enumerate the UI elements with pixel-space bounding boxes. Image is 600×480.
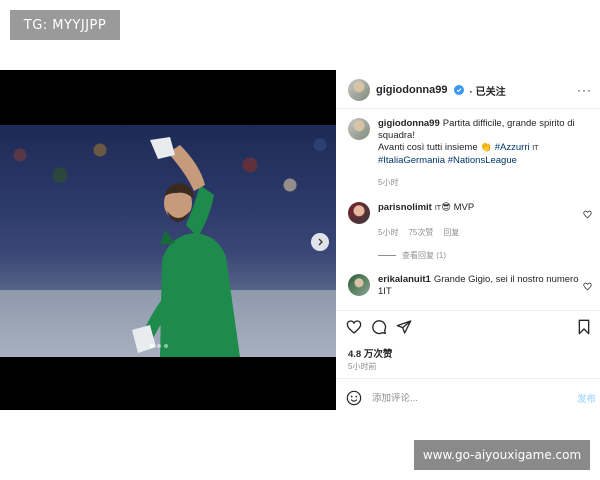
- post-caption: gigiodonna99 Partita difficile, grande sp…: [348, 118, 592, 188]
- caption-time: 5小时: [378, 178, 399, 187]
- post-photo: [0, 125, 336, 357]
- comment-content: Grande Gigio, sei il nostro numero: [433, 274, 579, 285]
- tg-watermark-badge: TG: MYYJJPP: [10, 10, 120, 40]
- goalkeeper-figure: [132, 137, 240, 357]
- face-emoji-icon: 😎: [441, 202, 451, 213]
- verified-badge-icon: [453, 85, 464, 95]
- caption-line-2: Avanti così tutti insieme: [378, 142, 478, 153]
- italy-flag-icon: IT: [532, 145, 539, 152]
- caption-username[interactable]: gigiodonna99: [378, 118, 440, 129]
- comment-like-heart-icon[interactable]: [583, 282, 592, 291]
- hashtags-line[interactable]: #ItaliaGermania #NationsLeague: [378, 155, 517, 166]
- share-icon[interactable]: [396, 319, 412, 335]
- following-label: 已关注: [475, 86, 506, 98]
- actions-divider: [336, 310, 600, 311]
- post-media[interactable]: [0, 70, 336, 410]
- post-header: gigiodonna99 · 已关注 ···: [348, 77, 592, 103]
- comment-icon[interactable]: [371, 319, 387, 335]
- carousel-next-button[interactable]: [311, 233, 329, 251]
- comment-username[interactable]: erikalanuit1: [378, 274, 431, 285]
- praying-hands-emoji-icon: 👏: [480, 142, 493, 153]
- comment-username[interactable]: parisnolimit: [378, 202, 432, 213]
- post-comment-button[interactable]: 发布: [577, 391, 596, 405]
- heart-icon[interactable]: [346, 319, 362, 335]
- instagram-post: gigiodonna99 · 已关注 ··· gigiodonna99 Parti…: [0, 70, 600, 410]
- bookmark-icon[interactable]: [576, 319, 592, 335]
- author-avatar[interactable]: [348, 79, 370, 101]
- author-username[interactable]: gigiodonna99: [376, 84, 448, 96]
- comment-time: 5小时: [378, 228, 399, 237]
- commenter-avatar[interactable]: [348, 202, 370, 224]
- more-options-icon[interactable]: ···: [577, 83, 592, 97]
- comment-reply-button[interactable]: 回复: [443, 227, 459, 238]
- comment-meta: 5小时 75次赞 回复: [378, 227, 584, 238]
- caption-text: gigiodonna99 Partita difficile, grande sp…: [378, 118, 592, 167]
- carousel-dot: [164, 344, 168, 348]
- comment-text: erikalanuit1 Grande Gigio, sei il nostro …: [378, 274, 584, 298]
- chevron-right-icon: [318, 238, 323, 246]
- comment-item: erikalanuit1 Grande Gigio, sei il nostro …: [348, 274, 600, 298]
- header-divider: [336, 108, 600, 109]
- carousel-dot: [157, 344, 161, 348]
- hashtag-azzurri[interactable]: #Azzurri: [495, 142, 530, 153]
- carousel-dot-active: [150, 344, 154, 348]
- comment-text: parisnolimit IT😎 MVP: [378, 202, 584, 215]
- comment-likes[interactable]: 75次赞: [408, 227, 433, 238]
- comment-like-heart-icon[interactable]: [583, 210, 592, 219]
- view-replies-link[interactable]: 查看回复 (1): [378, 250, 446, 261]
- comment-bar: 发布: [346, 388, 596, 408]
- post-actions: [346, 317, 592, 337]
- caption-avatar[interactable]: [348, 118, 370, 140]
- site-watermark: www.go-aiyouxigame.com: [414, 440, 590, 470]
- input-divider: [336, 378, 600, 379]
- comment-content: MVP: [453, 202, 475, 213]
- post-time: 5小时前: [348, 362, 377, 371]
- carousel-indicator: [150, 344, 168, 348]
- following-button[interactable]: · 已关注: [470, 83, 506, 98]
- post-side-panel: gigiodonna99 · 已关注 ··· gigiodonna99 Parti…: [336, 70, 600, 410]
- comment-content-tail: 1IT: [378, 286, 392, 297]
- view-replies-label: 查看回复 (1): [402, 251, 446, 260]
- comment-item: parisnolimit IT😎 MVP 5小时 75次赞 回复: [348, 202, 600, 238]
- replies-line: [378, 255, 396, 256]
- likes-count[interactable]: 4.8 万次赞: [348, 346, 392, 360]
- comment-input[interactable]: [372, 392, 567, 404]
- commenter-avatar[interactable]: [348, 274, 370, 296]
- emoji-icon[interactable]: [346, 390, 362, 406]
